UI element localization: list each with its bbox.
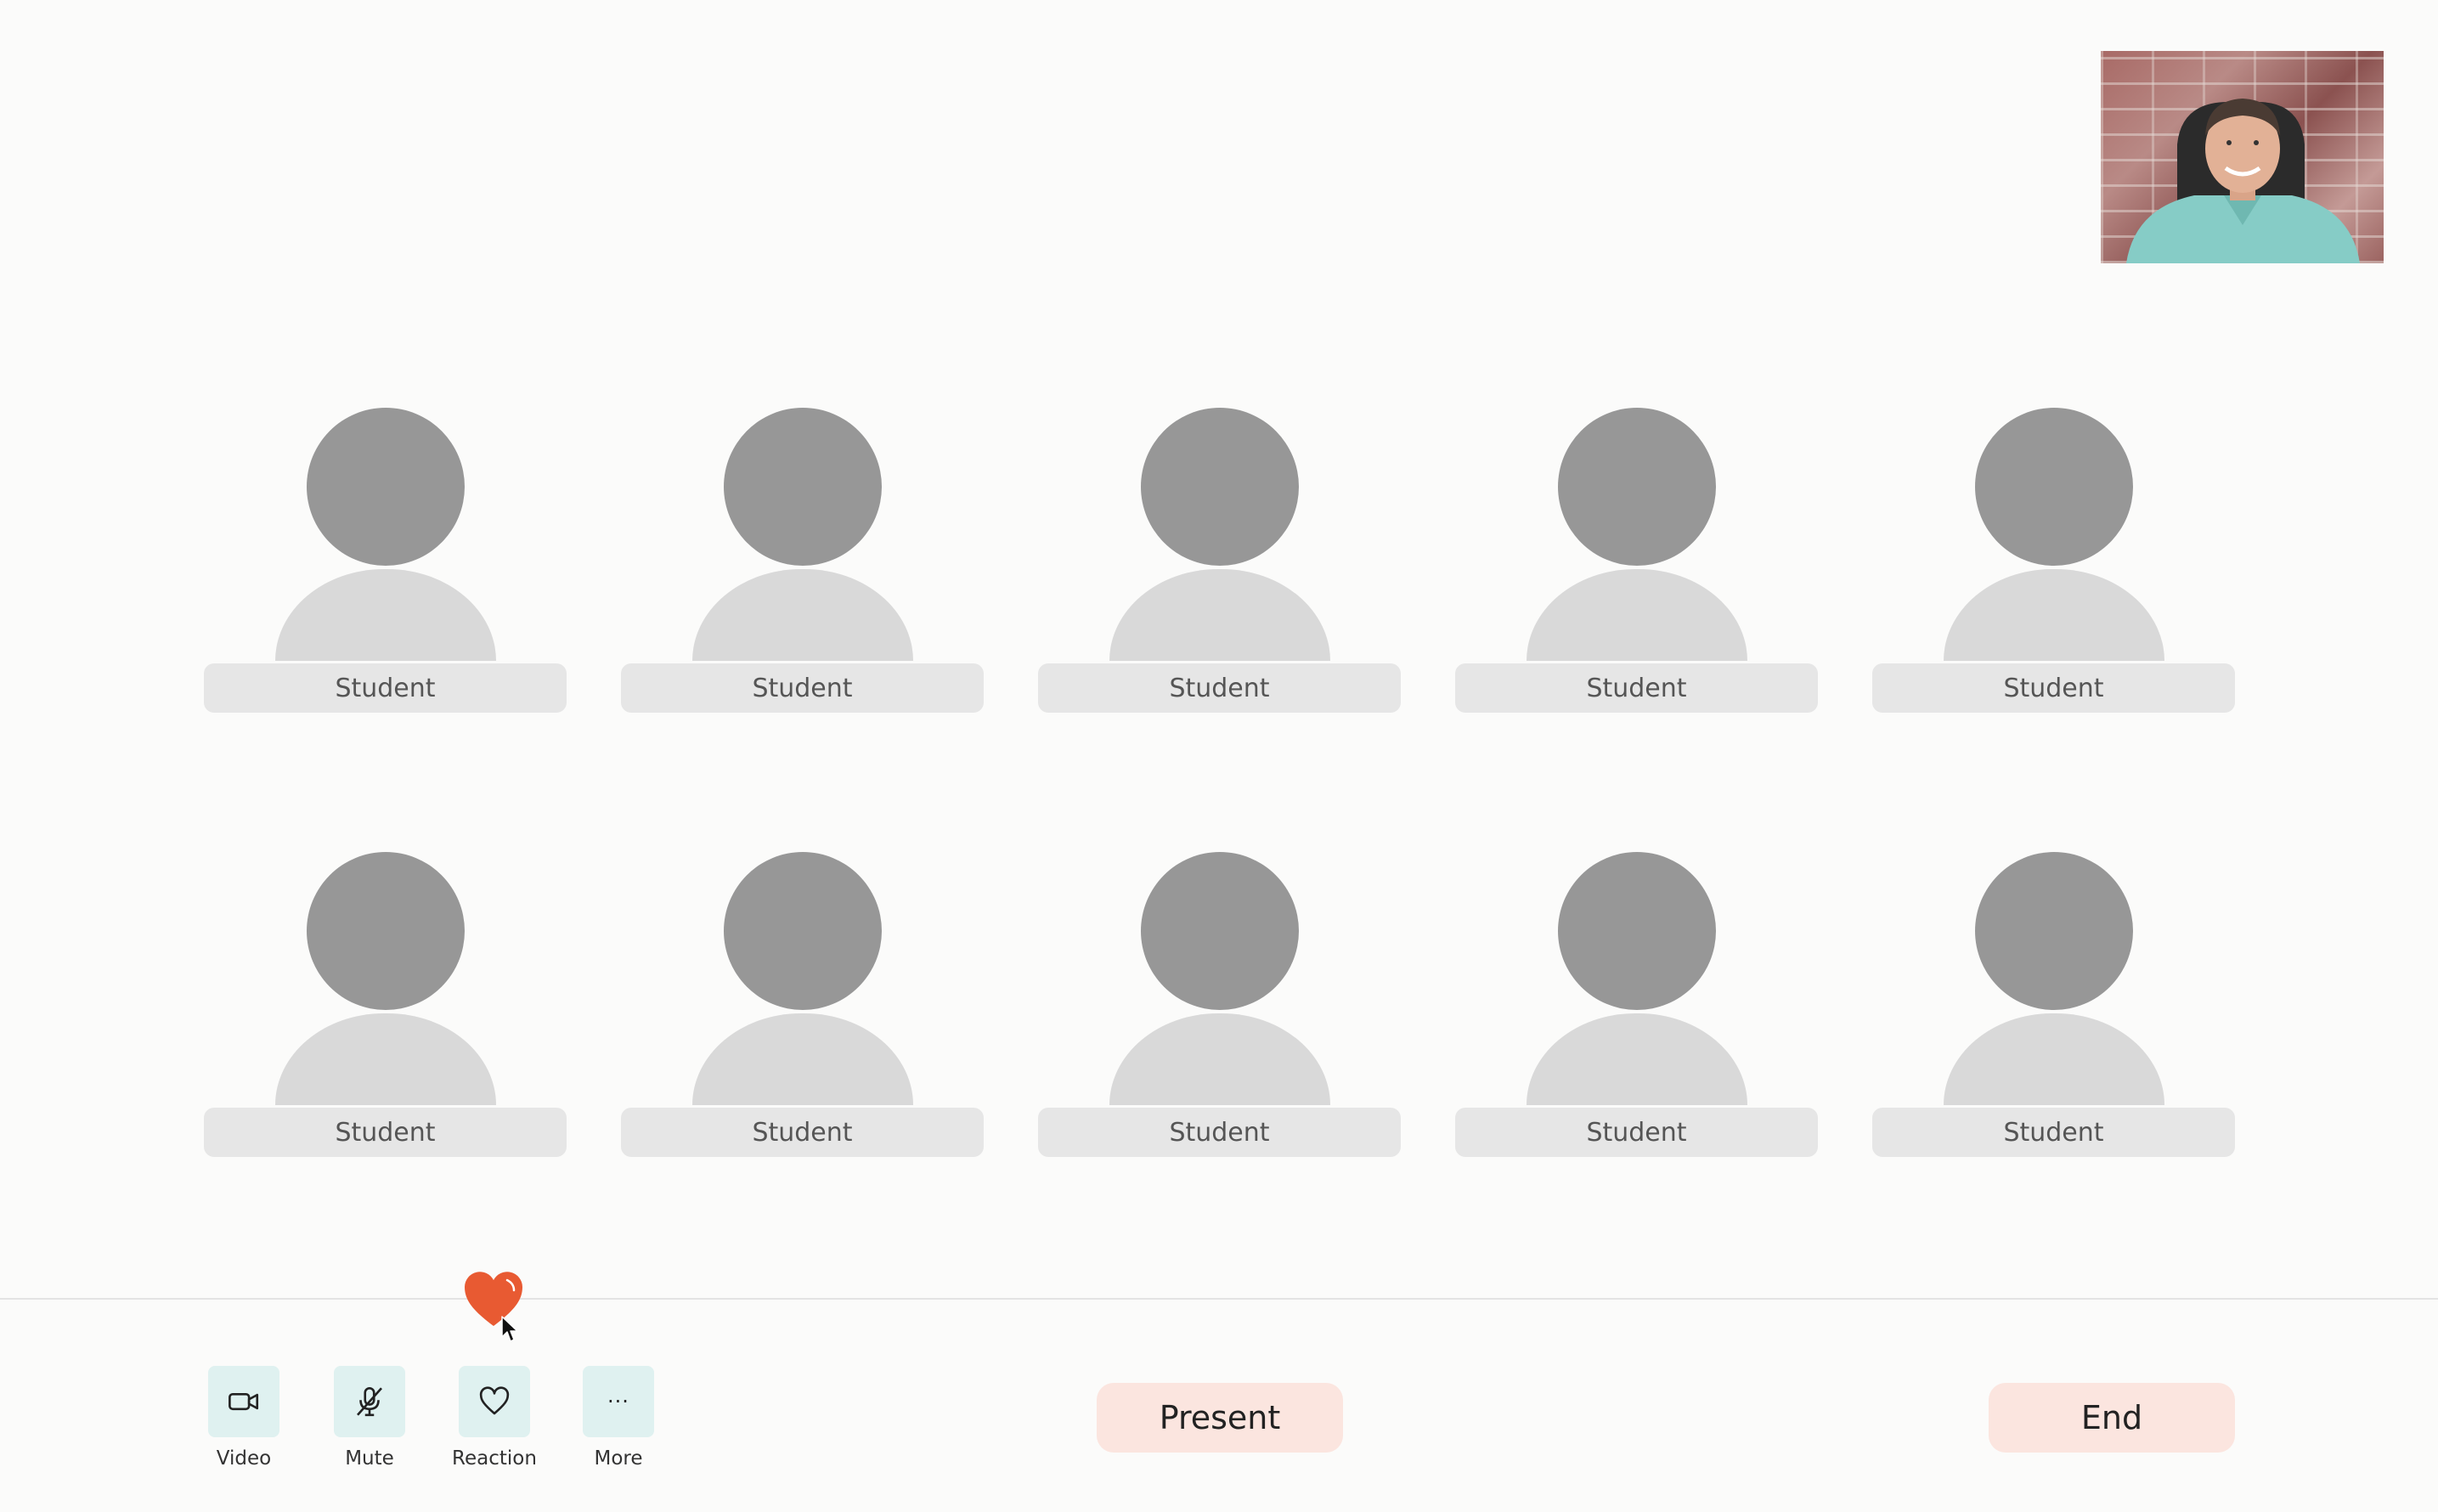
- student-name-tag: Student: [621, 1108, 984, 1157]
- student-tile[interactable]: Student: [1872, 408, 2235, 722]
- avatar-body: [275, 1013, 496, 1105]
- mute-control: Mute: [323, 1366, 416, 1470]
- student-name-tag: Student: [1872, 1108, 2235, 1157]
- student-name-tag: Student: [204, 663, 567, 713]
- student-tile[interactable]: Student: [1872, 852, 2235, 1166]
- end-button[interactable]: End: [1989, 1383, 2235, 1453]
- video-camera-icon: [229, 1392, 259, 1411]
- more-dots-icon: ···: [607, 1390, 629, 1413]
- student-name-tag: Student: [1038, 1108, 1401, 1157]
- avatar-body: [1527, 569, 1747, 661]
- student-grid: Student Student Student Student Student …: [0, 0, 2438, 1189]
- mute-button[interactable]: [334, 1366, 405, 1437]
- video-button[interactable]: [208, 1366, 279, 1437]
- avatar-head: [1558, 852, 1716, 1010]
- student-name-tag: Student: [621, 663, 984, 713]
- avatar-head: [724, 852, 882, 1010]
- avatar-head: [307, 852, 465, 1010]
- more-control: ··· More: [572, 1366, 665, 1470]
- student-name-tag: Student: [1455, 663, 1818, 713]
- student-tile[interactable]: Student: [621, 852, 984, 1166]
- student-tile[interactable]: Student: [204, 408, 567, 722]
- avatar-body: [692, 1013, 913, 1105]
- avatar-head: [1975, 408, 2133, 566]
- video-label: Video: [216, 1447, 272, 1470]
- avatar-body: [1944, 569, 2164, 661]
- student-name-tag: Student: [204, 1108, 567, 1157]
- more-label: More: [594, 1447, 643, 1470]
- avatar-head: [724, 408, 882, 566]
- avatar-head: [1141, 408, 1299, 566]
- avatar-body: [275, 569, 496, 661]
- student-name-tag: Student: [1872, 663, 2235, 713]
- student-name-tag: Student: [1455, 1108, 1818, 1157]
- student-tile[interactable]: Student: [1455, 852, 1818, 1166]
- avatar-head: [1975, 852, 2133, 1010]
- avatar-head: [1141, 852, 1299, 1010]
- mute-label: Mute: [345, 1447, 394, 1470]
- more-button[interactable]: ···: [583, 1366, 654, 1437]
- student-tile[interactable]: Student: [1455, 408, 1818, 722]
- avatar-body: [1109, 569, 1330, 661]
- avatar-head: [1558, 408, 1716, 566]
- avatar-body: [692, 569, 913, 661]
- reaction-button[interactable]: [459, 1366, 530, 1437]
- microphone-off-icon: [357, 1386, 382, 1417]
- heart-icon: [479, 1386, 510, 1415]
- present-button[interactable]: Present: [1097, 1383, 1343, 1453]
- avatar-body: [1527, 1013, 1747, 1105]
- video-control: Video: [197, 1366, 291, 1470]
- student-tile[interactable]: Student: [1038, 852, 1401, 1166]
- mouse-cursor-icon: [501, 1316, 518, 1342]
- reaction-control: Reaction: [448, 1366, 541, 1470]
- avatar-body: [1109, 1013, 1330, 1105]
- avatar-body: [1944, 1013, 2164, 1105]
- student-tile[interactable]: Student: [621, 408, 984, 722]
- avatar-head: [307, 408, 465, 566]
- student-name-tag: Student: [1038, 663, 1401, 713]
- reaction-label: Reaction: [452, 1447, 537, 1470]
- student-tile[interactable]: Student: [204, 852, 567, 1166]
- student-tile[interactable]: Student: [1038, 408, 1401, 722]
- toolbar-divider: [0, 1298, 2438, 1300]
